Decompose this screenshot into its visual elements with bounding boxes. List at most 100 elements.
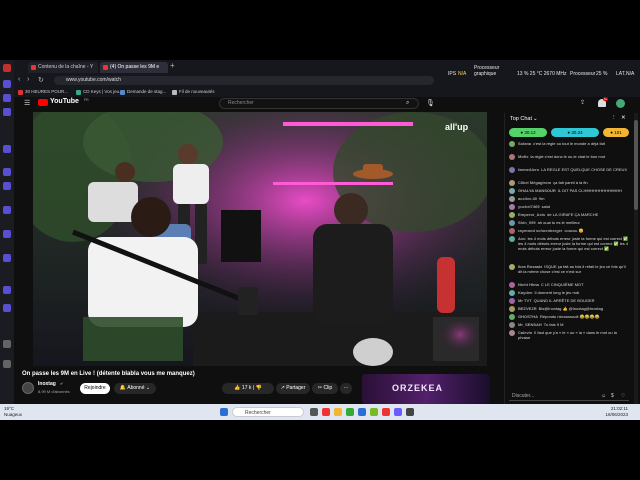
channel-name[interactable]: Inoxtag bbox=[38, 381, 56, 387]
account-avatar[interactable] bbox=[616, 99, 625, 108]
bookmark-item[interactable]: CD Keys | Vos jeu... bbox=[76, 88, 123, 96]
chat-author[interactable]: Clikel Mégagirom bbox=[518, 180, 551, 185]
forward-icon[interactable]: › bbox=[27, 76, 29, 83]
chat-author-avatar[interactable] bbox=[509, 314, 515, 320]
sidebar-app-icon[interactable] bbox=[3, 108, 11, 116]
reload-icon[interactable]: ↻ bbox=[38, 76, 44, 84]
pinned-donation[interactable]: ● 30.24 bbox=[551, 128, 599, 137]
sidebar-app-icon[interactable] bbox=[3, 230, 11, 238]
chat-author-avatar[interactable] bbox=[509, 180, 515, 186]
hamburger-menu-icon[interactable]: ☰ bbox=[24, 99, 30, 107]
microphone-icon[interactable]: 🎙 bbox=[426, 99, 435, 107]
chat-author[interactable]: Emperor_Axis bbox=[518, 212, 545, 217]
sidebar-app-icon[interactable] bbox=[3, 80, 11, 88]
chat-author-avatar[interactable] bbox=[509, 220, 515, 226]
chat-author-avatar[interactable] bbox=[509, 306, 515, 312]
sidebar-app-icon[interactable] bbox=[3, 304, 11, 312]
taskbar-app-icon[interactable] bbox=[310, 408, 318, 416]
chat-author[interactable]: raymond schoenberger bbox=[518, 228, 562, 233]
chat-author-avatar[interactable] bbox=[509, 188, 515, 194]
taskbar-search[interactable]: Rechercher bbox=[232, 407, 304, 417]
chat-author[interactable]: Mr_SENSAH bbox=[518, 322, 542, 327]
chat-author[interactable]: farmeAlero bbox=[518, 167, 539, 172]
page-scrollbar-thumb[interactable] bbox=[634, 120, 638, 210]
taskbar-app-icon[interactable] bbox=[346, 408, 354, 416]
sidebar-app-icon[interactable] bbox=[3, 286, 11, 294]
taskbar-app-icon[interactable] bbox=[382, 408, 390, 416]
ad-banner[interactable]: ORZEKEA bbox=[362, 374, 490, 404]
sidebar-app-icon[interactable] bbox=[3, 182, 11, 190]
more-icon[interactable] bbox=[3, 360, 11, 368]
search-icon[interactable]: ⌕ bbox=[406, 100, 409, 107]
tab-channel-content[interactable]: Contenu de la chaîne - Y bbox=[28, 62, 98, 73]
weather-widget[interactable]: 19°C Nuageux bbox=[4, 406, 22, 418]
chevron-down-icon[interactable]: ⌄ bbox=[533, 116, 538, 122]
chat-author-avatar[interactable] bbox=[509, 264, 515, 270]
chat-author-avatar[interactable] bbox=[509, 282, 515, 288]
more-options-icon[interactable]: ⋮ bbox=[611, 115, 617, 121]
chat-author[interactable]: Kayden bbox=[518, 290, 532, 295]
chat-author-avatar[interactable] bbox=[509, 167, 515, 173]
video-player[interactable]: all'up bbox=[33, 112, 487, 366]
clip-button[interactable]: ✂ Clip bbox=[312, 383, 338, 394]
chat-mode-dropdown[interactable]: Top Chat bbox=[510, 116, 532, 122]
share-button[interactable]: ↗ Partager bbox=[276, 383, 310, 394]
taskbar-app-icon[interactable] bbox=[358, 408, 366, 416]
chat-author[interactable]: Mr TVT bbox=[518, 298, 532, 303]
chat-author[interactable]: GHALYA MANSOUR bbox=[518, 188, 556, 193]
chat-author[interactable]: Nicht Hlma bbox=[518, 282, 539, 287]
chat-author[interactable]: BEZVEZR bbox=[518, 306, 537, 311]
taskbar-app-icon[interactable] bbox=[322, 408, 330, 416]
chat-author-avatar[interactable] bbox=[509, 298, 515, 304]
taskbar-app-icon[interactable] bbox=[406, 408, 414, 416]
chat-author-avatar[interactable] bbox=[509, 212, 515, 218]
chat-author-avatar[interactable] bbox=[509, 290, 515, 296]
chat-author-avatar[interactable] bbox=[509, 236, 515, 242]
sidebar-app-icon[interactable] bbox=[3, 168, 11, 176]
taskbar-app-icon[interactable] bbox=[370, 408, 378, 416]
chat-author-avatar[interactable] bbox=[509, 322, 515, 328]
search-input[interactable]: Rechercher bbox=[219, 98, 419, 109]
sidebar-app-icon[interactable] bbox=[3, 145, 11, 153]
more-actions-button[interactable]: ··· bbox=[340, 383, 352, 394]
windows-start-icon[interactable] bbox=[220, 408, 228, 416]
tab-live-video[interactable]: (4) On passe les 9M e bbox=[100, 62, 168, 73]
bookmark-item[interactable]: 30 HEURES POUR... bbox=[18, 88, 68, 96]
taskbar-clock[interactable]: 21:02:11 16/06/2023 bbox=[598, 406, 628, 418]
subscribed-button[interactable]: 🔔 Abonné ⌄ bbox=[114, 383, 156, 394]
chat-author-avatar[interactable] bbox=[509, 228, 515, 234]
youtube-logo-icon[interactable] bbox=[38, 99, 48, 106]
chat-author[interactable]: Mofix bbox=[518, 154, 528, 159]
url-field[interactable]: www.youtube.com/watch bbox=[54, 76, 434, 85]
bookmark-item[interactable]: Demande de stag... bbox=[120, 88, 166, 96]
like-button[interactable]: 👍 17 k | 👎 bbox=[222, 383, 274, 394]
chat-author[interactable]: GHOSTHA bbox=[518, 314, 538, 319]
join-button[interactable]: Rejoindre bbox=[80, 383, 110, 394]
upload-icon[interactable]: ⇪ bbox=[580, 99, 585, 106]
back-icon[interactable]: ‹ bbox=[18, 76, 20, 83]
heart-icon[interactable]: ♡ bbox=[621, 393, 625, 399]
chat-author[interactable]: yuchei7469 bbox=[518, 204, 540, 209]
pinned-donation[interactable]: ● 101 bbox=[603, 128, 629, 137]
chat-author-avatar[interactable] bbox=[509, 141, 515, 147]
chat-author[interactable]: acclive.49 bbox=[518, 196, 537, 201]
taskbar-app-icon[interactable] bbox=[394, 408, 402, 416]
emoji-icon[interactable]: ☺ bbox=[601, 393, 606, 399]
sidebar-app-icon[interactable] bbox=[3, 254, 11, 262]
settings-icon[interactable] bbox=[3, 340, 11, 348]
new-tab-button[interactable]: + bbox=[170, 61, 175, 70]
taskbar-app-icon[interactable] bbox=[334, 408, 342, 416]
chat-author-avatar[interactable] bbox=[509, 196, 515, 202]
youtube-logo-text[interactable]: YouTube bbox=[50, 98, 79, 105]
close-icon[interactable]: ✕ bbox=[621, 115, 626, 121]
sidebar-app-icon[interactable] bbox=[3, 206, 11, 214]
dollar-icon[interactable]: $ bbox=[611, 393, 614, 399]
sidebar-app-icon[interactable] bbox=[3, 94, 11, 102]
chat-author-avatar[interactable] bbox=[509, 154, 515, 160]
chat-author-avatar[interactable] bbox=[509, 204, 515, 210]
channel-avatar[interactable] bbox=[22, 382, 34, 394]
chat-author[interactable]: Solana bbox=[518, 141, 531, 146]
pinned-donation[interactable]: ● 30.12 bbox=[509, 128, 547, 137]
chat-author-avatar[interactable] bbox=[509, 330, 515, 336]
opera-logo-icon[interactable] bbox=[3, 64, 11, 72]
